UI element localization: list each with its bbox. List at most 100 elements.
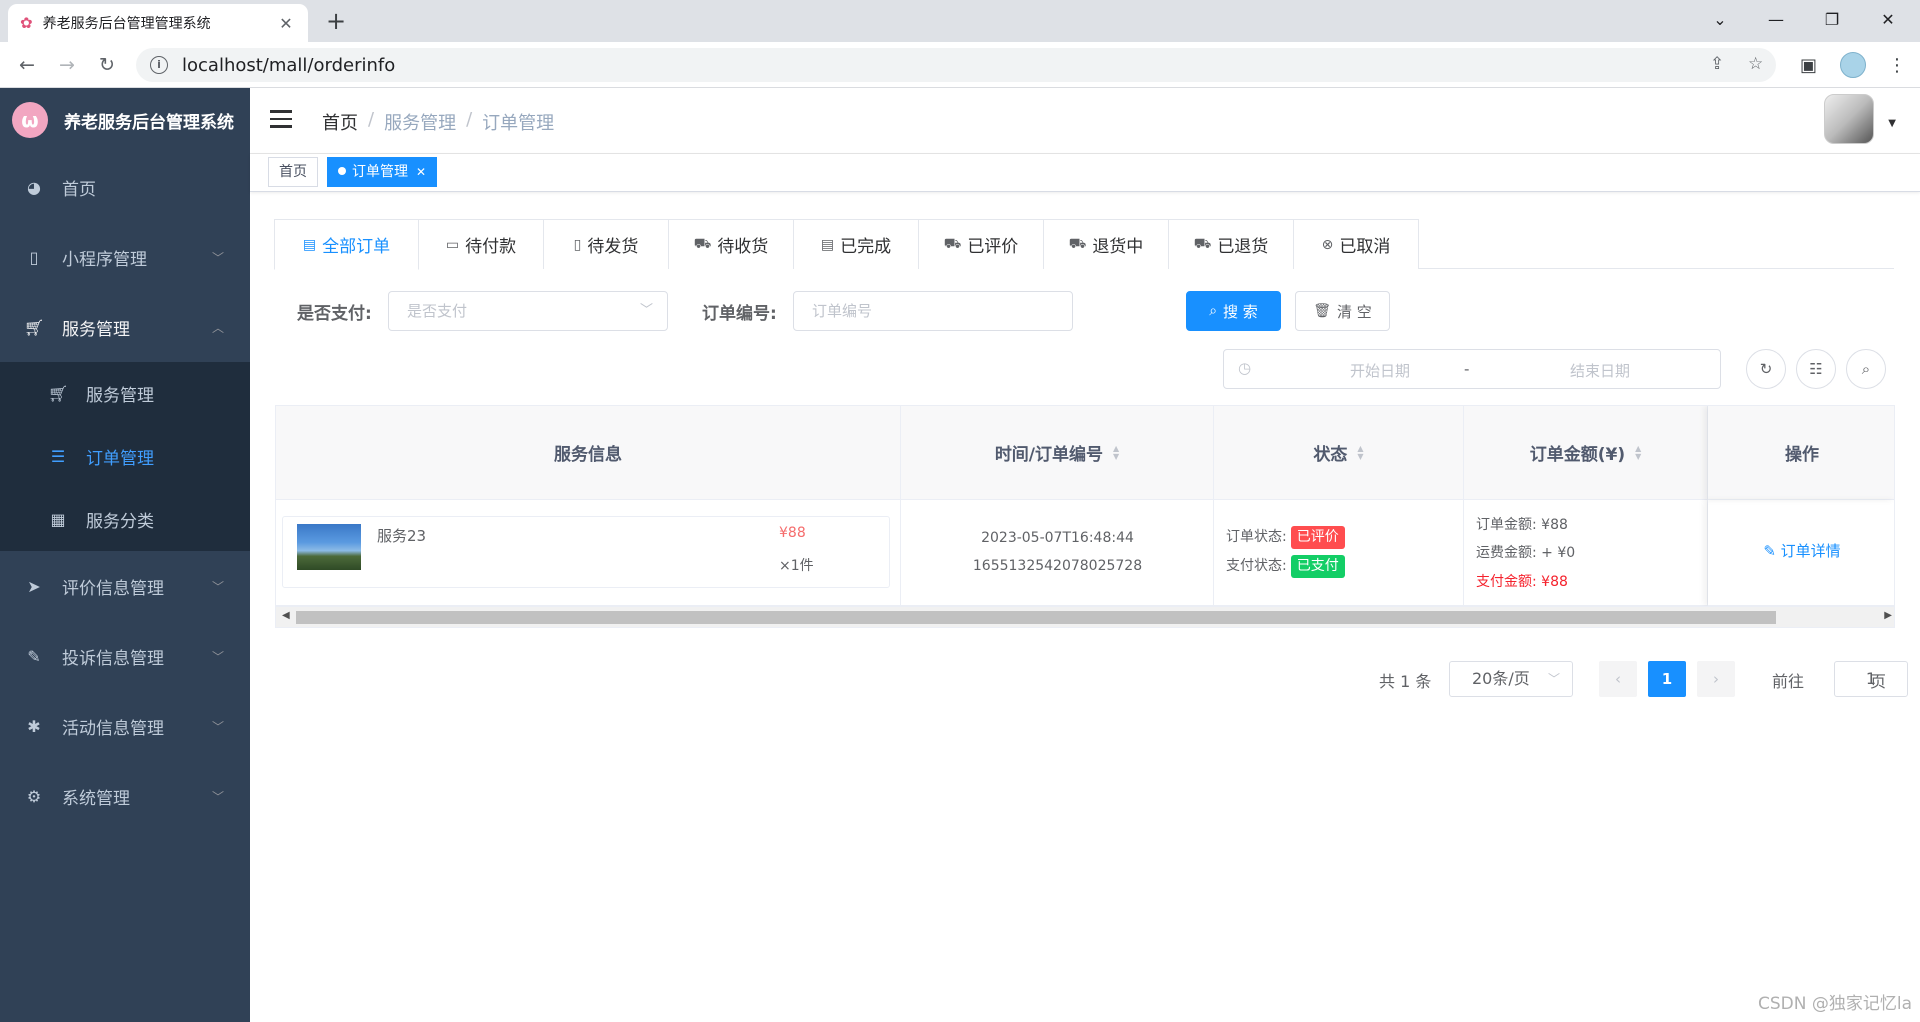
- next-page-button[interactable]: ›: [1697, 661, 1735, 697]
- forward-icon[interactable]: →: [52, 50, 82, 80]
- tab-all-orders[interactable]: ▤ 全部订单: [274, 219, 419, 270]
- share-icon[interactable]: ⇪: [1710, 54, 1724, 74]
- actions-cell: ✎ 订单详情: [1708, 500, 1894, 606]
- sidebar-item-home[interactable]: ◕ 首页: [0, 152, 250, 222]
- sidebar-subitem-category[interactable]: ▦ 服务分类: [0, 488, 250, 551]
- toggle-search-button[interactable]: ⌕: [1846, 349, 1886, 389]
- column-header-status[interactable]: 状态 ▲ ▼: [1214, 406, 1464, 500]
- clear-button[interactable]: 🗑︎ 清 空: [1295, 291, 1390, 331]
- table-row: 服务23 ¥88 ×1件: [276, 500, 901, 606]
- logo-text: 养老服务后台管理系统: [64, 112, 234, 133]
- tab-search-icon[interactable]: ⌄: [1692, 0, 1748, 42]
- page-number-current[interactable]: 1: [1648, 661, 1686, 697]
- sidebar-item-activities[interactable]: ✱ 活动信息管理 ﹀: [0, 691, 250, 761]
- chevron-down-icon: ﹀: [211, 789, 224, 804]
- date-range-picker[interactable]: ◷ 开始日期 - 结束日期: [1223, 349, 1721, 389]
- tab-returning[interactable]: ⛟ 退货中: [1043, 219, 1169, 269]
- bookmark-star-icon[interactable]: ☆: [1748, 54, 1763, 74]
- service-card: 服务23 ¥88 ×1件: [282, 516, 890, 588]
- order-amount: 订单金额: ¥88: [1476, 517, 1568, 533]
- caret-down-icon[interactable]: ▼: [1888, 118, 1896, 129]
- sidebar-item-miniprogram[interactable]: ▯ 小程序管理 ﹀: [0, 222, 250, 292]
- sidebar-item-system[interactable]: ⚙ 系统管理 ﹀: [0, 761, 250, 831]
- refresh-button[interactable]: ↻: [1746, 349, 1786, 389]
- columns-button[interactable]: ☷: [1796, 349, 1836, 389]
- address-bar[interactable]: i localhost/mall/orderinfo ⇪ ☆: [136, 48, 1776, 82]
- order-detail-link[interactable]: ✎ 订单详情: [1708, 540, 1894, 561]
- profile-avatar[interactable]: [1840, 52, 1866, 78]
- browser-tab[interactable]: ✿ 养老服务后台管理管理系统 ✕: [8, 4, 308, 42]
- active-dot-icon: [338, 167, 346, 175]
- sidebar-item-reviews[interactable]: ➤ 评价信息管理 ﹀: [0, 551, 250, 621]
- prev-page-button[interactable]: ‹: [1599, 661, 1637, 697]
- scroll-left-icon[interactable]: ◀: [282, 610, 290, 621]
- new-tab-button[interactable]: +: [322, 8, 350, 36]
- sidebar-item-complaints[interactable]: ✎ 投诉信息管理 ﹀: [0, 621, 250, 691]
- logo-icon: ω: [12, 102, 48, 138]
- submenu-service: 🛒︎ 服务管理 ☰ 订单管理 ▦ 服务分类: [0, 362, 250, 551]
- favicon-icon: ✿: [20, 14, 33, 32]
- tab-reviewed[interactable]: ⛟ 已评价: [918, 219, 1044, 269]
- scrollbar-thumb[interactable]: [296, 611, 1776, 624]
- restore-button[interactable]: ❐: [1804, 0, 1860, 42]
- close-tag-icon[interactable]: ✕: [416, 165, 426, 179]
- sort-icon[interactable]: ▲ ▼: [1357, 444, 1363, 461]
- menu-kebab-icon[interactable]: ⋮: [1888, 55, 1906, 76]
- tag-label: 首页: [279, 164, 307, 180]
- breadcrumb: 首页 / 服务管理 / 订单管理: [322, 109, 554, 135]
- back-icon[interactable]: ←: [12, 50, 42, 80]
- tab-cancelled[interactable]: ⊗ 已取消: [1293, 219, 1419, 269]
- site-info-icon[interactable]: i: [150, 56, 168, 74]
- close-window-button[interactable]: ✕: [1860, 0, 1916, 42]
- paid-select[interactable]: 是否支付 ﹀: [388, 291, 668, 331]
- tab-pending-payment[interactable]: ▭ 待付款: [418, 219, 544, 269]
- truck-icon: ⛟: [943, 235, 962, 252]
- pagination-total: 共 1 条: [1379, 672, 1432, 691]
- close-tab-icon[interactable]: ✕: [276, 14, 296, 33]
- pay-status-badge: 已支付: [1290, 555, 1345, 578]
- refresh-icon: ↻: [1759, 360, 1773, 378]
- sort-icon[interactable]: ▲ ▼: [1113, 444, 1119, 461]
- truck-icon: ⛟: [1068, 235, 1087, 252]
- order-no-input[interactable]: 订单编号: [793, 291, 1073, 331]
- minimize-button[interactable]: —: [1748, 0, 1804, 42]
- column-header-actions: 操作: [1708, 406, 1894, 500]
- column-header-time[interactable]: 时间/订单编号 ▲ ▼: [901, 406, 1214, 500]
- breadcrumb-home[interactable]: 首页: [322, 109, 358, 135]
- document-icon: ▯: [573, 236, 582, 253]
- chevron-down-icon: ﹀: [211, 649, 224, 664]
- search-icon: ⌕: [1861, 360, 1871, 378]
- tag-label: 订单管理: [352, 164, 408, 180]
- orders-table: 服务信息 时间/订单编号 ▲ ▼ 状态 ▲ ▼ 订单金额(¥) ▲ ▼ 操作 服务23…: [275, 405, 1895, 628]
- tag-orders[interactable]: 订单管理 ✕: [327, 157, 438, 187]
- breadcrumb-service: 服务管理: [384, 113, 457, 134]
- cart-icon: 🛒︎: [48, 384, 69, 403]
- sidebar-item-label: 评价信息管理: [62, 578, 164, 599]
- sidebar-toggle-icon[interactable]: [270, 110, 292, 130]
- scroll-right-icon[interactable]: ▶: [1884, 610, 1892, 621]
- tag-home[interactable]: 首页: [268, 157, 318, 187]
- user-avatar[interactable]: [1824, 94, 1874, 144]
- column-header-amount[interactable]: 订单金额(¥) ▲ ▼: [1464, 406, 1708, 500]
- paid-select-placeholder: 是否支付: [407, 302, 468, 320]
- tab-pending-shipment[interactable]: ▯ 待发货: [543, 219, 669, 269]
- sidebar-item-label: 小程序管理: [62, 249, 147, 270]
- sort-icon[interactable]: ▲ ▼: [1635, 444, 1641, 461]
- circle-close-icon: ⊗: [1321, 236, 1334, 253]
- trash-icon: 🗑︎: [1313, 303, 1331, 319]
- sidebar-subitem-orders[interactable]: ☰ 订单管理: [0, 425, 250, 488]
- app-logo[interactable]: ω 养老服务后台管理系统: [0, 88, 250, 152]
- search-button[interactable]: ⌕ 搜 索: [1186, 291, 1281, 331]
- sidebar-subitem-service[interactable]: 🛒︎ 服务管理: [0, 362, 250, 425]
- tab-pending-receipt[interactable]: ⛟ 待收货: [668, 219, 794, 269]
- order-status-badge: 已评价: [1290, 526, 1345, 549]
- tab-completed[interactable]: ▤ 已完成: [793, 219, 919, 269]
- chevron-down-icon: ﹀: [1547, 672, 1560, 686]
- horizontal-scrollbar[interactable]: ◀ ▶: [276, 606, 1894, 627]
- side-panel-icon[interactable]: ▣: [1800, 55, 1817, 76]
- page-size-select[interactable]: 20条/页 ﹀: [1449, 661, 1573, 697]
- tab-returned[interactable]: ⛟ 已退货: [1168, 219, 1294, 269]
- sidebar-item-service[interactable]: 🛒︎ 服务管理 ︿: [0, 292, 250, 362]
- reload-icon[interactable]: ↻: [92, 50, 122, 80]
- chevron-down-icon: ﹀: [639, 303, 653, 318]
